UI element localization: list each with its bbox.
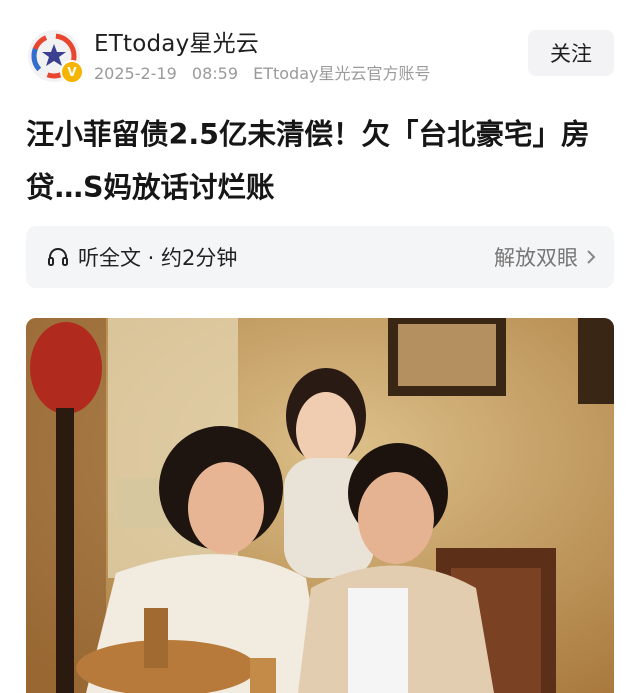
account-name[interactable]: ETtoday星光云	[94, 24, 259, 58]
post-time: 08:59	[191, 64, 239, 83]
listen-full-text[interactable]: 听全文 · 约2分钟	[46, 226, 237, 288]
free-eyes-link[interactable]: 解放双眼	[494, 226, 598, 288]
chevron-right-icon	[587, 250, 596, 264]
photo-image	[26, 318, 614, 693]
post-date: 2025-2-19	[94, 64, 177, 83]
listen-label: 听全文 · 约2分钟	[78, 246, 238, 270]
article-title: 汪小菲留债2.5亿未清偿！欠「台北豪宅」房贷…S妈放话讨烂账	[26, 118, 590, 204]
article-header: V ETtoday星光云 2025-2-19 08:59 ETtoday星光云官…	[0, 0, 640, 96]
free-eyes-label: 解放双眼	[494, 246, 578, 270]
post-source: ETtoday星光云官方账号	[253, 64, 431, 83]
verified-v-icon: V	[60, 60, 84, 84]
listen-bar[interactable]: 听全文 · 约2分钟 解放双眼	[26, 226, 614, 288]
headphone-icon	[48, 248, 68, 266]
follow-button[interactable]: 关注	[528, 30, 614, 76]
post-meta: 2025-2-19 08:59 ETtoday星光云官方账号	[94, 60, 441, 84]
article-photo[interactable]	[26, 318, 614, 693]
